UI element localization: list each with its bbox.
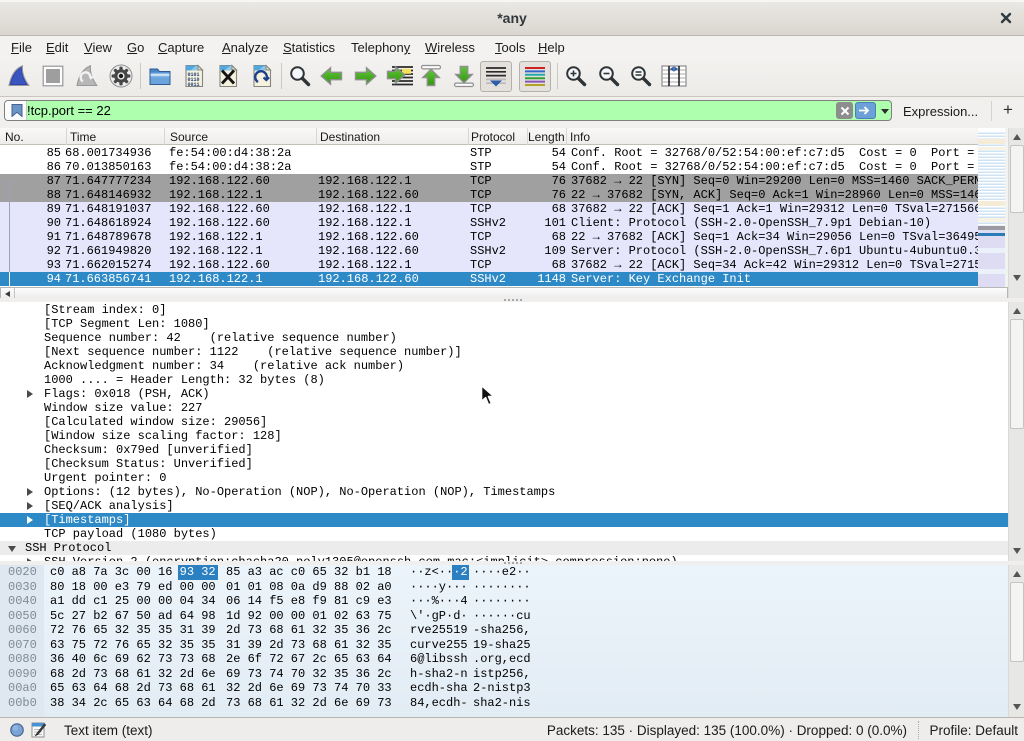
svg-text:0011: 0011 [188, 82, 200, 88]
